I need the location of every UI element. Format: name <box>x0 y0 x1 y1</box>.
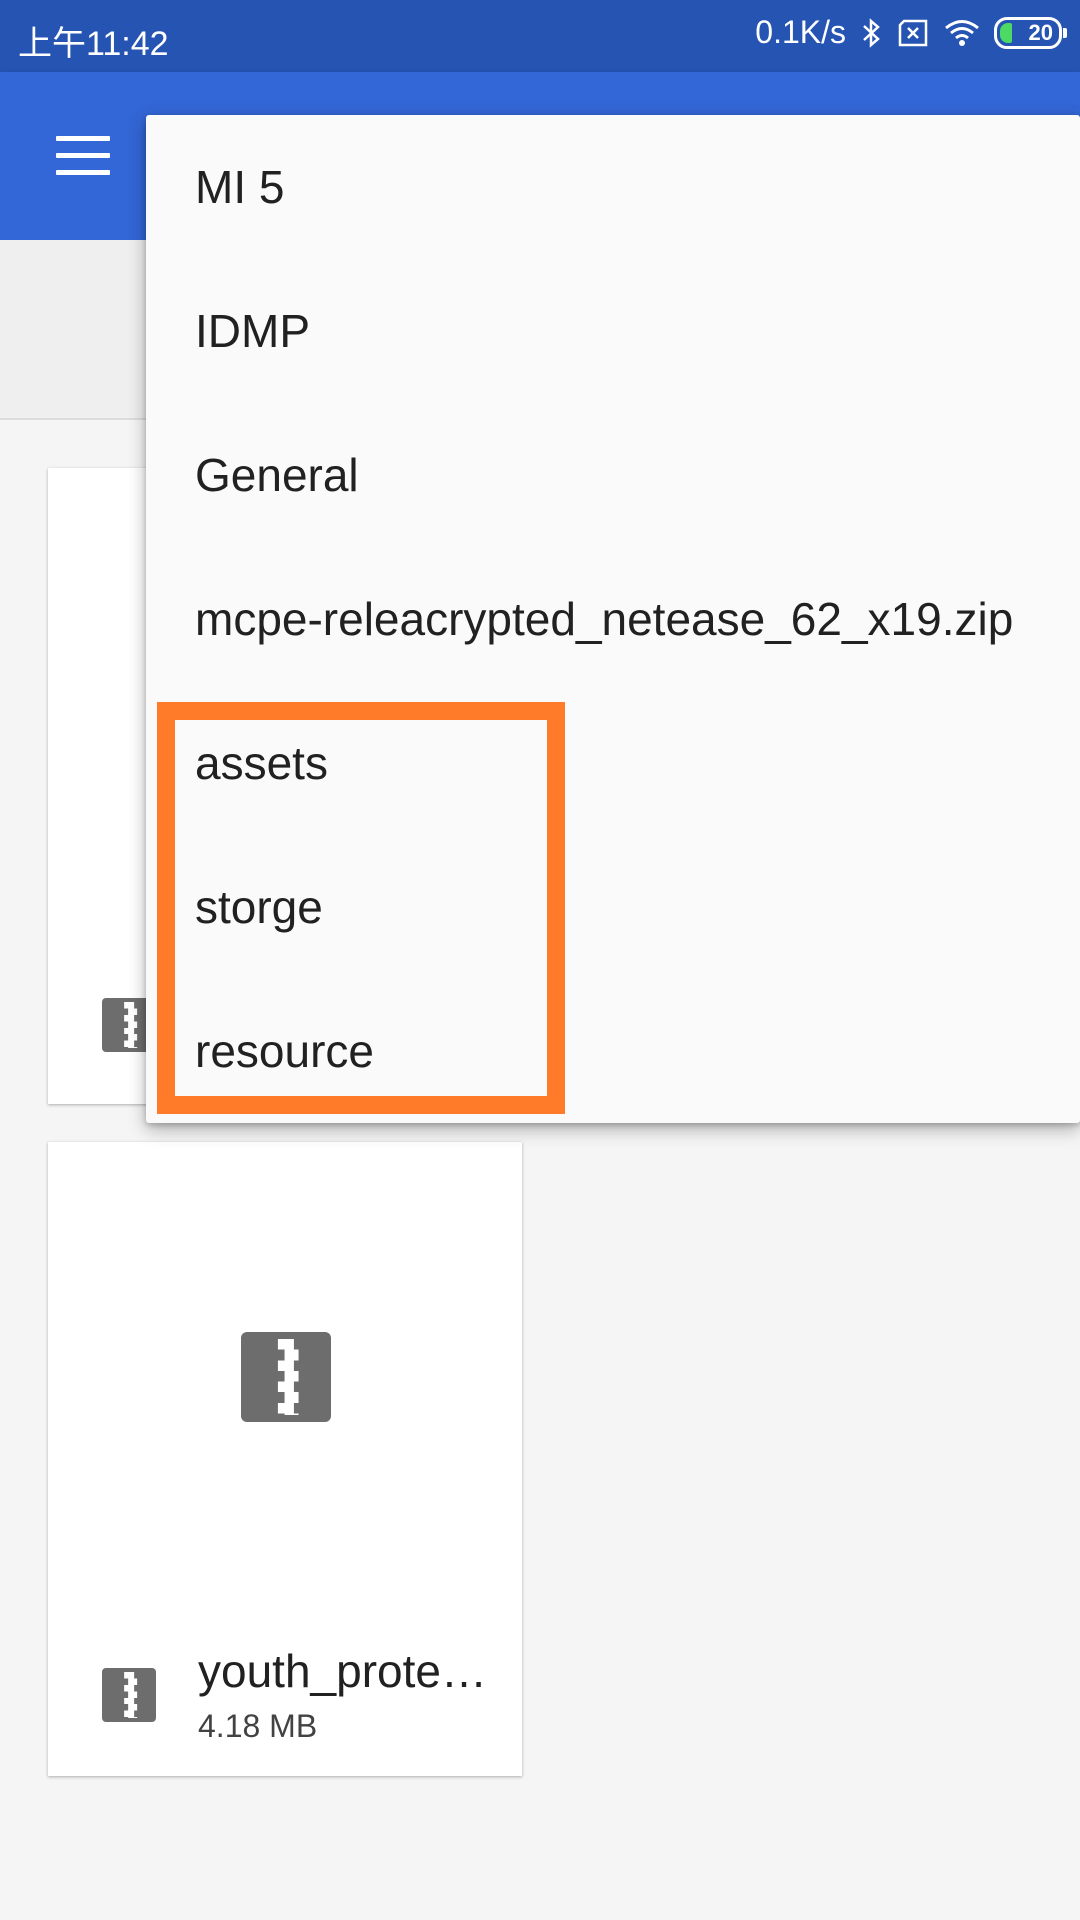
zip-file-icon <box>241 1332 331 1422</box>
menu-item-idmp[interactable]: IDMP <box>146 259 1080 403</box>
bluetooth-icon <box>863 17 880 48</box>
zip-file-icon <box>102 1668 156 1722</box>
menu-item-assets[interactable]: assets <box>146 691 1080 835</box>
menu-item-mi5[interactable]: MI 5 <box>146 115 1080 259</box>
menu-item-resource[interactable]: resource <box>146 979 1080 1123</box>
file-size: 4.18 MB <box>198 1708 318 1744</box>
menu-item-general[interactable]: General <box>146 403 1080 547</box>
sim-blocked-icon <box>898 19 928 46</box>
file-card[interactable]: youth_prote… 4.18 MB <box>48 1142 522 1776</box>
menu-item-zip[interactable]: mcpe-releacrypted_netease_62_x19.zip <box>146 547 1080 691</box>
path-dropdown-menu: MI 5 IDMP General mcpe-releacrypted_nete… <box>146 115 1080 1123</box>
status-bar: 上午11:42 0.1K/s 20 <box>0 0 1080 72</box>
status-time: 上午11:42 <box>18 25 169 63</box>
menu-icon[interactable] <box>56 136 110 176</box>
battery-icon: 20 <box>994 16 1067 49</box>
wifi-icon <box>945 19 979 46</box>
status-icons: 0.1K/s 20 <box>755 14 1067 51</box>
battery-level: 20 <box>1028 19 1053 45</box>
file-name: youth_prote… <box>198 1645 487 1697</box>
menu-item-storge[interactable]: storge <box>146 835 1080 979</box>
net-speed: 0.1K/s <box>755 14 846 50</box>
